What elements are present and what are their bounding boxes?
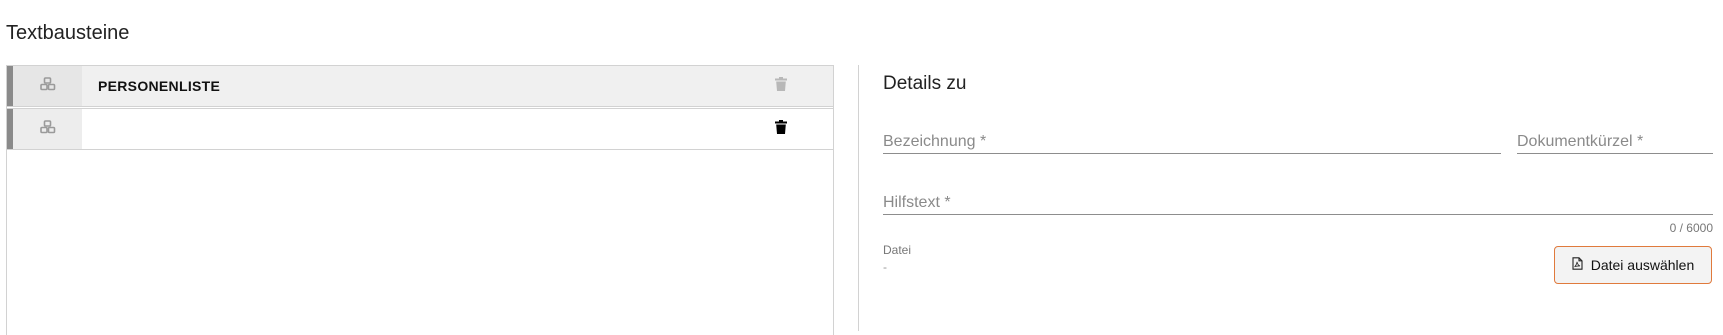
list-item-label: PERSONENLISTE [98, 78, 221, 94]
bezeichnung-field-wrapper [883, 122, 1501, 154]
list-item[interactable]: PERSONENLISTE [7, 65, 833, 107]
row-icon-cell [13, 109, 82, 149]
page-title: Textbausteine [6, 22, 130, 44]
textbausteine-list: PERSONENLISTE [6, 65, 834, 335]
trash-icon [775, 119, 787, 139]
trash-icon [775, 76, 787, 96]
delete-button[interactable] [769, 74, 793, 98]
datei-auswaehlen-button[interactable]: Datei auswählen [1554, 246, 1712, 284]
cubes-icon [39, 76, 56, 96]
datei-auswaehlen-label: Datei auswählen [1590, 257, 1695, 273]
bezeichnung-input[interactable] [883, 122, 1501, 153]
row-icon-cell [13, 66, 82, 106]
hilfstext-field-wrapper [883, 183, 1713, 215]
panel-divider [858, 65, 859, 331]
cubes-icon [39, 119, 56, 139]
hilfstext-char-counter: 0 / 6000 [1669, 221, 1713, 235]
datei-value: - [883, 260, 887, 274]
pdf-file-icon [1572, 257, 1583, 273]
dokumentkuerzel-field-wrapper [1517, 122, 1713, 154]
hilfstext-input[interactable] [883, 183, 1713, 214]
dokumentkuerzel-input[interactable] [1517, 122, 1713, 153]
datei-label: Datei [883, 243, 912, 257]
delete-button[interactable] [769, 117, 793, 141]
details-title: Details zu [883, 73, 967, 94]
list-item[interactable] [7, 108, 833, 150]
